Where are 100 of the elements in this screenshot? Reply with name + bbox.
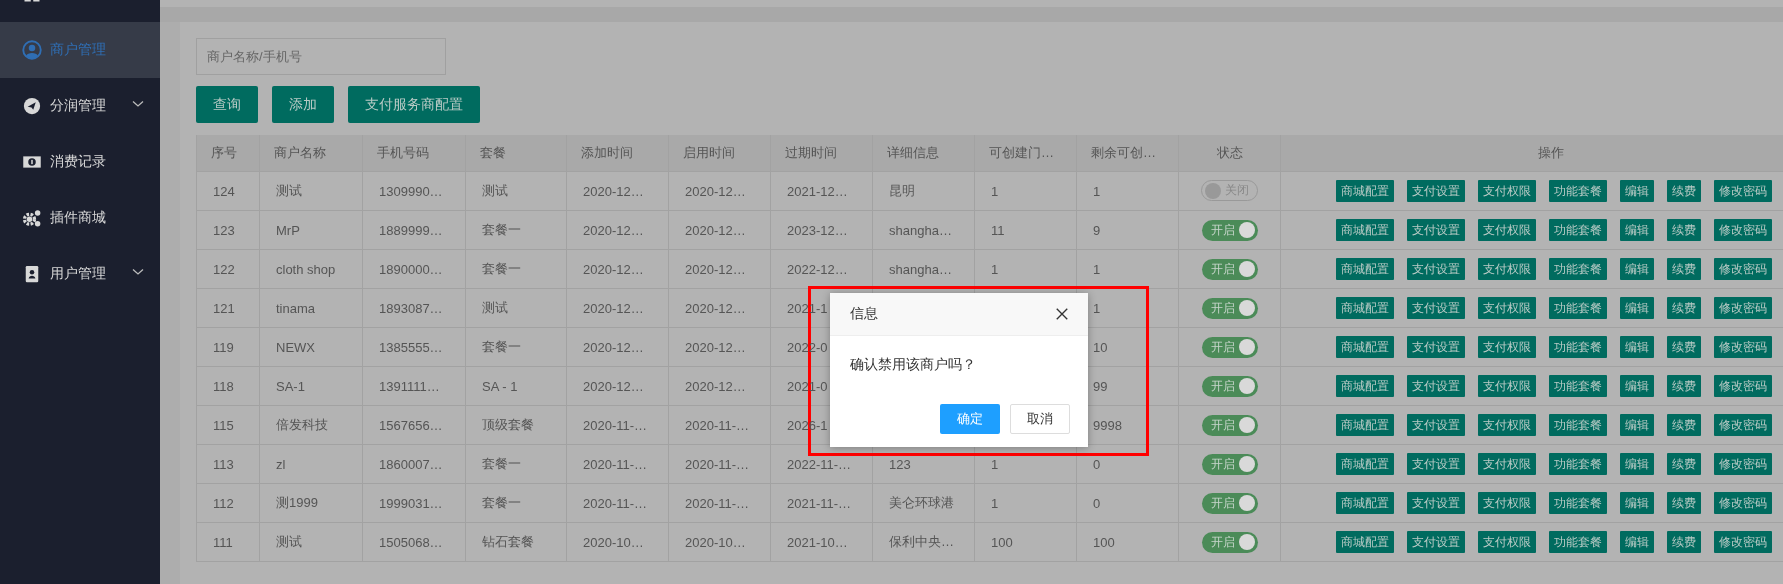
action-button[interactable]: 支付设置 xyxy=(1407,180,1465,202)
action-button[interactable]: 支付设置 xyxy=(1407,336,1465,358)
confirm-button[interactable]: 确定 xyxy=(940,404,1000,434)
action-button[interactable]: 支付设置 xyxy=(1407,453,1465,475)
action-button[interactable]: 编辑 xyxy=(1620,297,1654,319)
action-button[interactable]: 编辑 xyxy=(1620,219,1654,241)
action-button[interactable]: 支付权限 xyxy=(1478,297,1536,319)
action-button[interactable]: 功能套餐 xyxy=(1549,531,1607,553)
action-button[interactable]: 商城配置 xyxy=(1336,258,1394,280)
action-button[interactable]: 修改密码 xyxy=(1714,258,1772,280)
action-button[interactable]: 修改密码 xyxy=(1714,336,1772,358)
action-button[interactable]: 修改密码 xyxy=(1714,453,1772,475)
table-cell: 测试 xyxy=(259,522,363,562)
action-button[interactable]: 修改密码 xyxy=(1714,414,1772,436)
action-button[interactable]: 修改密码 xyxy=(1714,297,1772,319)
action-button[interactable]: 功能套餐 xyxy=(1549,297,1607,319)
sidebar-item[interactable]: 分润管理 xyxy=(0,78,160,134)
table-cell: zl xyxy=(259,444,363,484)
status-toggle[interactable]: 开启 xyxy=(1201,531,1258,553)
status-toggle[interactable]: 开启 xyxy=(1201,219,1258,241)
action-button[interactable]: 功能套餐 xyxy=(1549,453,1607,475)
action-button[interactable]: 功能套餐 xyxy=(1549,336,1607,358)
action-button[interactable]: 功能套餐 xyxy=(1549,219,1607,241)
action-button[interactable]: 支付设置 xyxy=(1407,297,1465,319)
table-cell: 1567656… xyxy=(362,405,466,445)
sidebar-item[interactable]: 商户管理 xyxy=(0,22,160,78)
action-button[interactable]: 支付设置 xyxy=(1407,531,1465,553)
action-button[interactable]: 支付设置 xyxy=(1407,492,1465,514)
action-button[interactable]: 支付权限 xyxy=(1478,492,1536,514)
table-cell: 2022-12… xyxy=(770,249,873,289)
action-button[interactable]: 支付设置 xyxy=(1407,375,1465,397)
search-field[interactable]: 商户名称/手机号 xyxy=(196,38,446,75)
action-button[interactable]: 商城配置 xyxy=(1336,492,1394,514)
table-cell: 124 xyxy=(196,171,260,211)
action-button[interactable]: 支付权限 xyxy=(1478,258,1536,280)
action-button[interactable]: 商城配置 xyxy=(1336,297,1394,319)
action-button[interactable]: 商城配置 xyxy=(1336,180,1394,202)
table-cell: 2020-12… xyxy=(668,288,771,328)
action-button[interactable]: 修改密码 xyxy=(1714,375,1772,397)
action-button[interactable]: 功能套餐 xyxy=(1549,180,1607,202)
action-button[interactable]: 功能套餐 xyxy=(1549,414,1607,436)
action-button[interactable]: 支付设置 xyxy=(1407,414,1465,436)
action-button[interactable]: 编辑 xyxy=(1620,258,1654,280)
action-button[interactable]: 功能套餐 xyxy=(1549,258,1607,280)
action-button[interactable]: 支付权限 xyxy=(1478,336,1536,358)
action-button[interactable]: 功能套餐 xyxy=(1549,492,1607,514)
table-cell: 2020-12… xyxy=(566,171,669,211)
action-button[interactable]: 续费 xyxy=(1667,336,1701,358)
action-button[interactable]: 续费 xyxy=(1667,453,1701,475)
action-button[interactable]: 续费 xyxy=(1667,492,1701,514)
close-icon[interactable] xyxy=(1055,307,1069,321)
action-button[interactable]: 支付权限 xyxy=(1478,219,1536,241)
status-toggle[interactable]: 开启 xyxy=(1201,375,1258,397)
sidebar-item[interactable]: 插件商城 xyxy=(0,190,160,246)
table-cell: 0 xyxy=(1076,483,1179,523)
action-button[interactable]: 支付权限 xyxy=(1478,180,1536,202)
action-button[interactable]: 支付权限 xyxy=(1478,453,1536,475)
action-button[interactable]: 编辑 xyxy=(1620,336,1654,358)
action-button[interactable]: 商城配置 xyxy=(1336,219,1394,241)
action-button[interactable]: 支付权限 xyxy=(1478,375,1536,397)
status-toggle[interactable]: 开启 xyxy=(1201,414,1258,436)
action-button[interactable]: 续费 xyxy=(1667,219,1701,241)
action-button[interactable]: 编辑 xyxy=(1620,531,1654,553)
action-button[interactable]: 续费 xyxy=(1667,414,1701,436)
status-toggle[interactable]: 开启 xyxy=(1201,492,1258,514)
action-button[interactable]: 修改密码 xyxy=(1714,492,1772,514)
action-button[interactable]: 编辑 xyxy=(1620,375,1654,397)
action-button[interactable]: 修改密码 xyxy=(1714,180,1772,202)
action-button[interactable]: 修改密码 xyxy=(1714,531,1772,553)
status-toggle[interactable]: 开启 xyxy=(1201,258,1258,280)
cancel-button[interactable]: 取消 xyxy=(1010,404,1070,434)
status-toggle[interactable]: 开启 xyxy=(1201,336,1258,358)
action-button[interactable]: 续费 xyxy=(1667,180,1701,202)
sidebar-item[interactable]: 消费记录 xyxy=(0,134,160,190)
action-button[interactable]: 商城配置 xyxy=(1336,336,1394,358)
action-button[interactable]: 商城配置 xyxy=(1336,375,1394,397)
action-button[interactable]: 编辑 xyxy=(1620,453,1654,475)
action-button[interactable]: 支付设置 xyxy=(1407,258,1465,280)
action-button[interactable]: 商城配置 xyxy=(1336,453,1394,475)
sidebar-item[interactable]: 用户管理 xyxy=(0,246,160,302)
action-button[interactable]: 支付设置 xyxy=(1407,219,1465,241)
action-button[interactable]: 支付权限 xyxy=(1478,414,1536,436)
toolbar-button[interactable]: 支付服务商配置 xyxy=(348,86,480,123)
table-cell: 1385555… xyxy=(362,327,466,367)
action-button[interactable]: 修改密码 xyxy=(1714,219,1772,241)
action-button[interactable]: 支付权限 xyxy=(1478,531,1536,553)
action-button[interactable]: 续费 xyxy=(1667,531,1701,553)
toolbar-button[interactable]: 查询 xyxy=(196,86,258,123)
action-button[interactable]: 商城配置 xyxy=(1336,531,1394,553)
action-button[interactable]: 编辑 xyxy=(1620,492,1654,514)
status-toggle[interactable]: 开启 xyxy=(1201,297,1258,319)
action-button[interactable]: 编辑 xyxy=(1620,180,1654,202)
action-button[interactable]: 续费 xyxy=(1667,258,1701,280)
action-button[interactable]: 编辑 xyxy=(1620,414,1654,436)
toolbar-button[interactable]: 添加 xyxy=(272,86,334,123)
action-button[interactable]: 续费 xyxy=(1667,297,1701,319)
action-button[interactable]: 续费 xyxy=(1667,375,1701,397)
action-button[interactable]: 商城配置 xyxy=(1336,414,1394,436)
action-button[interactable]: 功能套餐 xyxy=(1549,375,1607,397)
status-toggle[interactable]: 开启 xyxy=(1201,453,1258,475)
